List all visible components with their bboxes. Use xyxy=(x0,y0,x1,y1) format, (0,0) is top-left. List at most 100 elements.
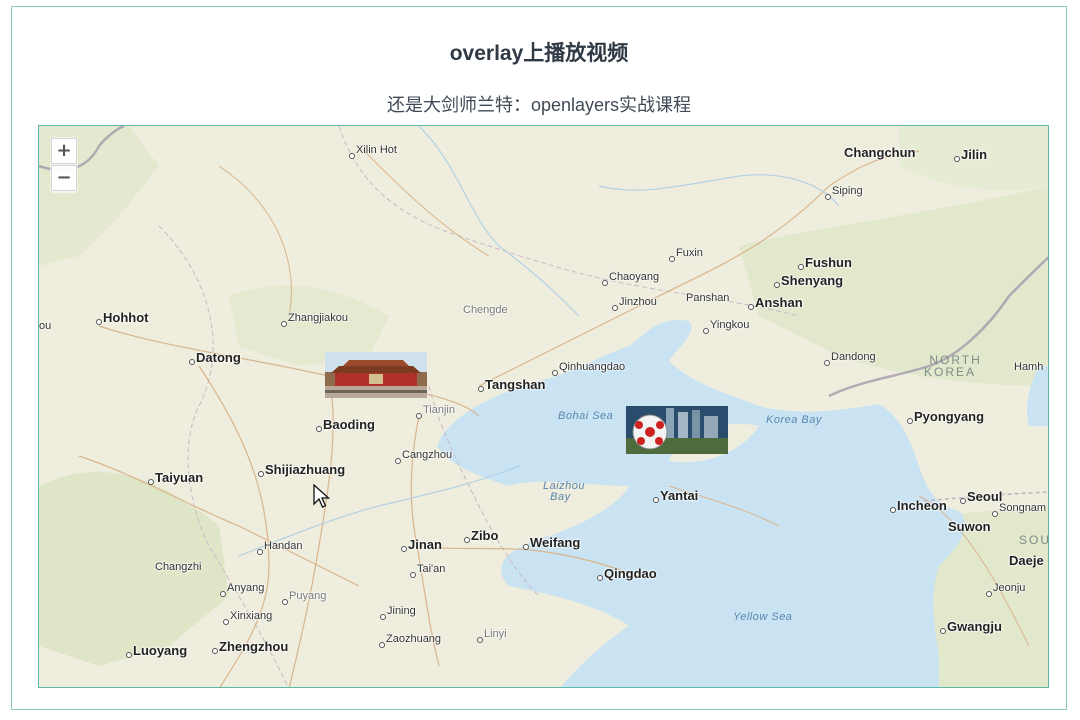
city-label: Weifang xyxy=(530,535,581,550)
city-label: Tianjin xyxy=(423,404,455,416)
city-marker xyxy=(281,321,287,327)
city-label: Fushun xyxy=(805,255,852,270)
city-label: Siping xyxy=(832,185,863,197)
city-label: Xilin Hot xyxy=(356,144,397,156)
city-marker xyxy=(798,264,804,270)
city-marker xyxy=(960,498,966,504)
city-label: Taiyuan xyxy=(155,470,204,485)
city-label: Zaozhuang xyxy=(386,633,442,645)
city-marker xyxy=(748,304,754,310)
city-marker xyxy=(212,648,218,654)
city-marker xyxy=(597,575,603,581)
city-label: Xinxiang xyxy=(230,610,273,622)
zoom-out-button[interactable]: − xyxy=(51,165,77,191)
city-label: Chengde xyxy=(463,304,508,316)
city-label: Jinzhou xyxy=(619,296,657,308)
city-marker xyxy=(825,194,831,200)
city-marker xyxy=(703,328,709,334)
water-label: Laizhou Bay xyxy=(543,480,586,503)
city-marker xyxy=(380,614,386,620)
city-marker xyxy=(954,156,960,162)
city-label: Seoul xyxy=(967,489,1003,504)
city-label: Zhangjiakou xyxy=(288,312,348,324)
mouse-cursor-icon xyxy=(313,484,331,508)
city-label: Changzhi xyxy=(155,561,202,573)
city-label: Puyang xyxy=(289,590,327,602)
city-marker xyxy=(477,637,483,643)
city-label: Yantai xyxy=(660,488,699,503)
page-title: overlay上播放视频 xyxy=(449,42,629,65)
overlay-tiananmen-image[interactable] xyxy=(325,352,427,398)
city-label: Hohhot xyxy=(103,310,149,325)
map-viewport[interactable]: Xilin Hot Changchun Jilin Siping Fuxin Fushun… xyxy=(38,125,1049,688)
country-label: SOU xyxy=(1019,533,1049,547)
city-label: Jilin xyxy=(961,147,988,162)
city-label: Zibo xyxy=(471,528,499,543)
city-label: Anyang xyxy=(227,582,265,594)
city-marker xyxy=(258,471,264,477)
zoom-control: + − xyxy=(50,137,78,193)
city-marker xyxy=(669,256,675,262)
city-marker xyxy=(257,549,263,555)
city-marker xyxy=(416,413,422,419)
city-label: Anshan xyxy=(755,295,803,310)
city-label: Shijiazhuang xyxy=(265,462,346,477)
city-label: Panshan xyxy=(686,292,730,304)
city-label: Baoding xyxy=(323,417,375,432)
city-marker xyxy=(602,280,608,286)
city-marker xyxy=(992,511,998,517)
city-marker xyxy=(223,619,229,625)
city-label: Jinan xyxy=(408,537,442,552)
city-label: Chaoyang xyxy=(609,271,660,283)
city-marker xyxy=(379,642,385,648)
map-basemap xyxy=(39,126,1048,687)
city-label: Tangshan xyxy=(485,377,546,392)
city-label: Suwon xyxy=(948,519,991,534)
city-marker xyxy=(148,479,154,485)
city-label: Yingkou xyxy=(710,319,750,331)
city-marker xyxy=(612,305,618,311)
city-marker xyxy=(907,418,913,424)
city-label: Luoyang xyxy=(133,643,188,658)
city-label: Qinhuangdao xyxy=(559,361,626,373)
page-subtitle: 还是大剑师兰特：openlayers实战课程 xyxy=(386,95,692,115)
city-marker xyxy=(316,426,322,432)
city-label: Jining xyxy=(387,605,416,617)
city-marker xyxy=(774,282,780,288)
city-marker xyxy=(824,360,830,366)
city-label: Tai'an xyxy=(417,563,446,575)
water-label: Yellow Sea xyxy=(733,611,793,623)
city-label: Shenyang xyxy=(781,273,844,288)
city-marker xyxy=(890,507,896,513)
city-marker xyxy=(653,497,659,503)
city-label: Changchun xyxy=(844,145,916,160)
city-marker xyxy=(401,546,407,552)
city-label: Linyi xyxy=(484,628,507,640)
city-marker xyxy=(96,319,102,325)
city-label: Songnam xyxy=(999,502,1047,514)
city-label: Hamh xyxy=(1014,361,1044,373)
zoom-in-button[interactable]: + xyxy=(51,138,77,164)
city-marker xyxy=(986,591,992,597)
city-label: Fuxin xyxy=(676,247,703,259)
overlay-video[interactable] xyxy=(626,406,728,454)
water-label: Korea Bay xyxy=(766,414,822,426)
city-marker xyxy=(282,599,288,605)
city-label: Incheon xyxy=(897,498,947,513)
city-marker xyxy=(220,591,226,597)
city-label: Zhengzhou xyxy=(219,639,289,654)
city-marker xyxy=(410,572,416,578)
city-label: Daeje xyxy=(1009,553,1044,568)
city-marker xyxy=(464,537,470,543)
city-label: Jeonju xyxy=(993,582,1026,594)
city-marker xyxy=(189,359,195,365)
city-label: Dandong xyxy=(831,351,876,363)
city-label: Pyongyang xyxy=(914,409,985,424)
city-label: Datong xyxy=(196,350,241,365)
city-label: Handan xyxy=(264,540,303,552)
city-marker xyxy=(395,458,401,464)
tiananmen-image xyxy=(325,352,427,398)
city-label: Gwangju xyxy=(947,619,1002,634)
city-label: Cangzhou xyxy=(402,449,453,461)
water-label: Bohai Sea xyxy=(558,410,614,422)
